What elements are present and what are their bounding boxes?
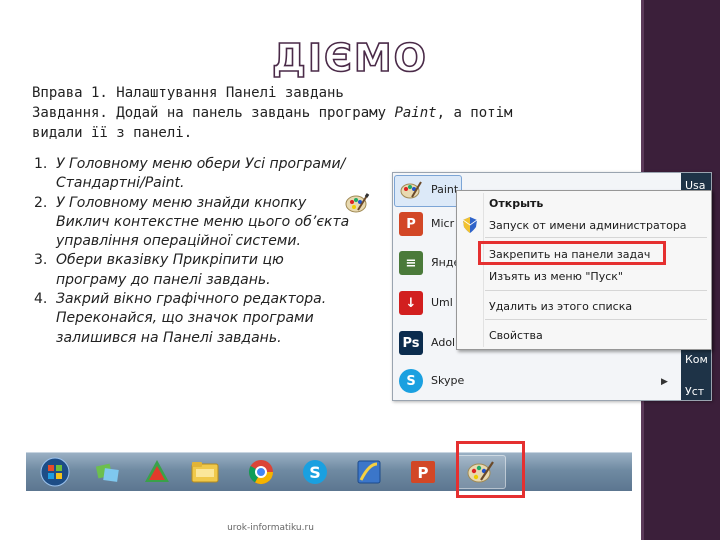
taskbar: S P (26, 452, 632, 491)
folder-icon (191, 462, 219, 483)
submenu-arrow-icon: ▶ (661, 377, 668, 387)
context-item-remove-from-start[interactable]: Изъять из меню "Пуск" (489, 270, 623, 283)
right-pane-item[interactable]: Ком (685, 353, 708, 366)
context-menu: Открыть Запуск от имени администратора З… (456, 190, 712, 350)
context-item-open[interactable]: Открыть (489, 197, 543, 210)
chrome-icon (248, 460, 273, 485)
taskbar-button-skype[interactable]: S (290, 455, 340, 489)
taskbar-button-powerpoint[interactable]: P (398, 455, 448, 489)
menu-separator (485, 237, 707, 238)
context-item-properties[interactable]: Свойства (489, 329, 543, 342)
skype-icon: S (303, 460, 327, 484)
powerpoint-icon: P (411, 461, 435, 483)
app-name: Paint (394, 105, 437, 121)
step-item: 4. Закрий вікно графічного редактора. Пер… (34, 291, 327, 346)
taskbar-button-chrome[interactable] (236, 455, 286, 489)
context-menu-gutter (483, 193, 484, 347)
paint-icon (345, 193, 370, 213)
highlight-frame-taskbar-paint (456, 441, 525, 498)
start-orb-icon (40, 457, 70, 487)
step-item: 3. Обери вказівку Прикріпити цю програму … (34, 252, 284, 288)
svg-text:S: S (309, 463, 321, 482)
menu-separator (485, 290, 707, 291)
media-center-icon (145, 460, 169, 482)
taskbar-button-paint-app[interactable] (344, 455, 394, 489)
steps-list: 1. У Головному меню обери Усі програми/Ст… (34, 155, 354, 348)
skype-icon: S (399, 369, 423, 393)
step-item: 1. У Головному меню обери Усі програми/Ст… (34, 156, 346, 192)
taskbar-button-folder[interactable] (180, 455, 230, 489)
photoshop-icon: Ps (399, 331, 423, 355)
footer-source: urok-informatiku.ru (227, 523, 314, 533)
context-item-delete-from-list[interactable]: Удалить из этого списка (489, 300, 632, 313)
uac-shield-icon (463, 217, 477, 233)
right-pane-item[interactable]: Уст (685, 385, 704, 398)
download-icon: ↓ (399, 291, 423, 315)
document-icon: ≡ (399, 251, 423, 275)
step-item: 2. У Головному меню знайди кнопку Виклич … (34, 194, 350, 250)
exercise-task-line-2: видали її з панелі. (32, 125, 193, 141)
powerpoint-icon: P (399, 212, 423, 236)
menu-separator (485, 319, 707, 320)
exercise-intro: Вправа 1. Налаштування Панелі завдань За… (32, 83, 632, 143)
windows-explorer-icon (95, 463, 119, 482)
paint-alt-icon (357, 460, 381, 484)
context-item-run-as-admin[interactable]: Запуск от имени администратора (489, 219, 687, 232)
slide-title: ДІЄМО (271, 35, 428, 81)
highlight-frame-pin-item (478, 241, 666, 265)
taskbar-button-media[interactable] (132, 455, 182, 489)
paint-icon (400, 181, 422, 199)
start-menu-item-skype[interactable]: S Skype (393, 365, 483, 399)
taskbar-button-explorer[interactable] (82, 455, 132, 489)
start-button[interactable] (30, 455, 80, 489)
svg-text:P: P (418, 464, 429, 482)
exercise-task-line: Завдання. Додай на панель завдань програ… (32, 105, 513, 121)
exercise-heading: Вправа 1. Налаштування Панелі завдань (32, 85, 344, 101)
